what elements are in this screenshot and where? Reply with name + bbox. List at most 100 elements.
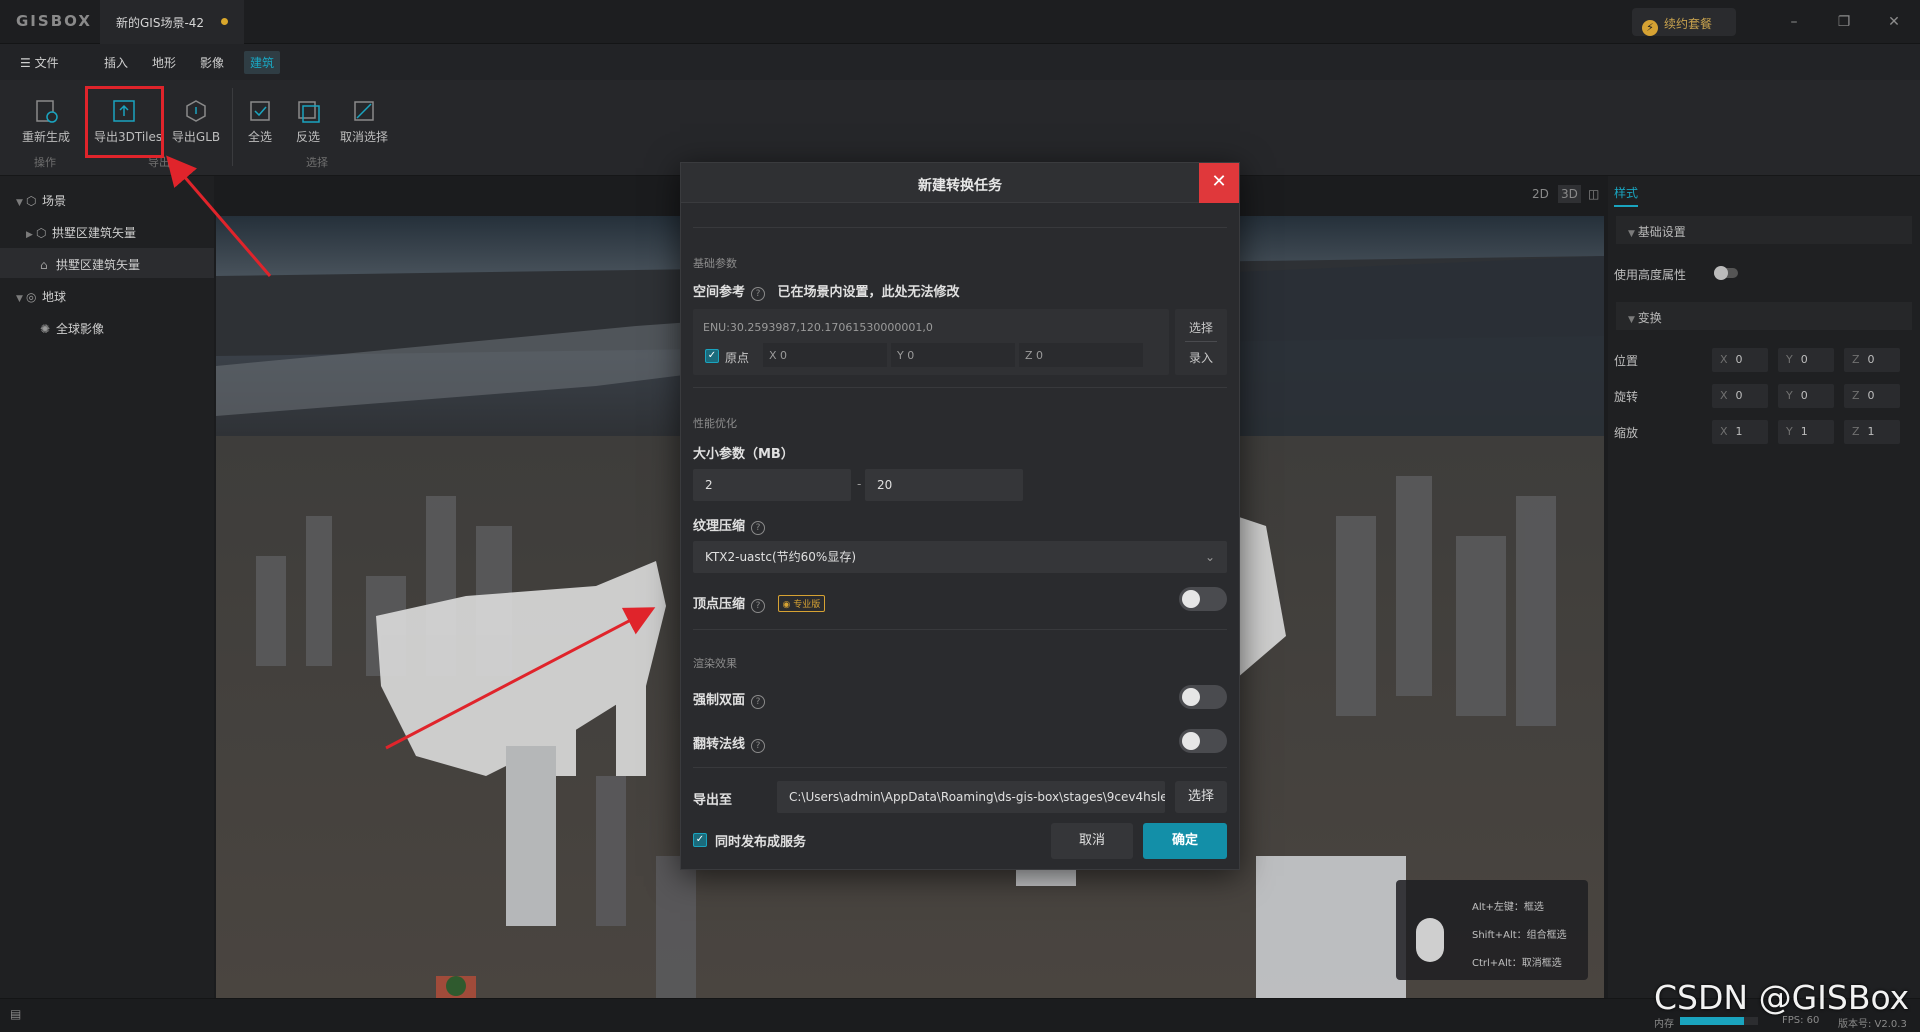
help-icon[interactable]: ? [751,695,766,709]
tab-style[interactable]: 样式 [1614,184,1639,207]
help-icon[interactable]: ? [751,739,766,753]
use-height-toggle[interactable] [1714,266,1738,280]
divider [693,767,1227,768]
minimize-button[interactable]: – [1782,10,1806,34]
texture-row: 纹理压缩? [693,515,766,535]
help-icon[interactable]: ? [751,521,766,535]
document-tab[interactable]: 新的GIS场景-42 [100,0,244,44]
size-min-input[interactable]: 2 [693,469,851,501]
value: 0 [1735,389,1743,402]
origin-z-input[interactable]: Z 0 [1019,343,1143,367]
publish-checkbox[interactable]: ✓ [693,833,707,847]
value: 1 [1800,425,1808,438]
vertex-compress-toggle[interactable] [1179,587,1227,611]
menu-building[interactable]: 建筑 [244,51,281,74]
regenerate-label: 重新生成 [21,130,70,144]
deselect-button[interactable]: 取消选择 [334,92,394,152]
invert-icon [298,101,320,123]
toggle-knob [1714,266,1728,280]
export-path-select-button[interactable]: 选择 [1175,781,1227,813]
section-transform[interactable]: ▼ 变换 [1616,302,1912,330]
split-view-icon[interactable]: ◫ [1588,187,1599,201]
double-side-row: 强制双面? [693,689,766,709]
cancel-button[interactable]: 取消 [1051,823,1133,859]
position-z-input[interactable]: Z0 [1844,348,1900,372]
scale-x-input[interactable]: X1 [1712,420,1768,444]
tree-item-layer1[interactable]: ▶ ⬡ 拱墅区建筑矢量 [0,216,214,246]
menu-file[interactable]: ☰ 文件 [20,54,59,71]
spatial-ref-box: ENU:30.2593987,120.17061530000001,0 ✓ 原点… [693,309,1169,375]
rotation-label: 旋转 [1614,390,1639,404]
position-label: 位置 [1614,354,1639,368]
export-to-label: 导出至 [693,793,733,808]
origin-checkbox[interactable]: ✓ [705,349,719,363]
help-icon[interactable]: ? [751,287,766,301]
close-window-button[interactable]: ✕ [1882,10,1906,34]
spatial-input-button[interactable]: 录入 [1175,349,1227,366]
section-perf: 性能优化 [693,417,737,430]
vertex-row: 顶点压缩? ◉ 专业版 [693,593,826,613]
menu-imagery[interactable]: 影像 [200,54,224,71]
value: 0 [1800,389,1808,402]
deselect-label: 取消选择 [339,130,388,144]
section-basic-params: 基础参数 [693,257,737,270]
spatial-select-button[interactable]: 选择 [1175,319,1227,336]
section-render: 渲染效果 [693,657,737,670]
position-x-input[interactable]: X0 [1712,348,1768,372]
log-icon[interactable]: ▤ [10,1007,21,1021]
memory-bar [1680,1017,1758,1025]
origin-x-input[interactable]: X 0 [763,343,887,367]
rotation-z-input[interactable]: Z0 [1844,384,1900,408]
origin-label: 原点 [725,351,750,365]
divider [693,227,1227,228]
rotation-y-input[interactable]: Y0 [1778,384,1834,408]
value: 0 [1867,389,1875,402]
divider [693,629,1227,630]
invert-select-button[interactable]: 反选 [278,92,338,152]
menu-insert[interactable]: 插入 [104,54,128,71]
export-path-input[interactable]: C:\Users\admin\AppData\Roaming\ds-gis-bo… [777,781,1165,813]
regenerate-button[interactable]: 重新生成 [16,92,76,152]
scale-y-input[interactable]: Y1 [1778,420,1834,444]
axis-y: Y [1786,353,1793,366]
tree-item-layer2[interactable]: ⌂ 拱墅区建筑矢量 [0,248,214,278]
view-3d-button[interactable]: 3D [1558,185,1581,203]
size-max-input[interactable]: 20 [865,469,1023,501]
origin-y-input[interactable]: Y 0 [891,343,1015,367]
position-y-input[interactable]: Y0 [1778,348,1834,372]
axis-y: Y [1786,389,1793,402]
tree-label: 拱墅区建筑矢量 [56,258,141,272]
value: 1 [1735,425,1743,438]
tree-label: 场景 [42,194,67,208]
spatial-ref-actions: 选择 录入 [1175,309,1227,375]
dialog-close-button[interactable]: ✕ [1199,163,1239,203]
checkbox-icon [250,101,270,121]
double-side-toggle[interactable] [1179,685,1227,709]
menu-terrain[interactable]: 地形 [152,54,176,71]
rotation-x-input[interactable]: X0 [1712,384,1768,408]
new-convert-task-dialog: 新建转换任务 ✕ 基础参数 空间参考? 已在场景内设置，此处无法修改 ENU:3… [680,162,1240,870]
range-dash: - [857,477,862,491]
restore-button[interactable]: ❐ [1832,10,1856,34]
texture-select[interactable]: KTX2-uastc(节约60%显存) ⌄ [693,541,1227,573]
renew-plan-button[interactable]: ⚡ 续约套餐 [1632,8,1736,36]
memory-bar-fill [1680,1017,1744,1025]
section-basic[interactable]: ▼ 基础设置 [1616,216,1912,244]
invert-select-label: 反选 [295,130,320,144]
publish-label: 同时发布成服务 [715,835,807,850]
export-glb-button[interactable]: 导出GLB [166,92,226,152]
double-side-label: 强制双面 [693,693,746,708]
menu-file-label: 文件 [34,56,59,70]
flip-normal-toggle[interactable] [1179,729,1227,753]
cube-icon [186,100,206,122]
tree-item-imagery[interactable]: ✺ 全球影像 [0,312,214,342]
scale-z-input[interactable]: Z1 [1844,420,1900,444]
tree-item-globe[interactable]: ▼ ◎ 地球 [0,280,214,310]
axis-y: Y [1786,425,1793,438]
confirm-button[interactable]: 确定 [1143,823,1227,859]
tree-item-scene[interactable]: ▼ ⬡ 场景 [0,184,214,214]
help-icon[interactable]: ? [751,599,766,613]
view-2d-button[interactable]: 2D [1532,187,1549,201]
document-tab-label: 新的GIS场景-42 [116,16,205,30]
divider [1185,341,1217,342]
